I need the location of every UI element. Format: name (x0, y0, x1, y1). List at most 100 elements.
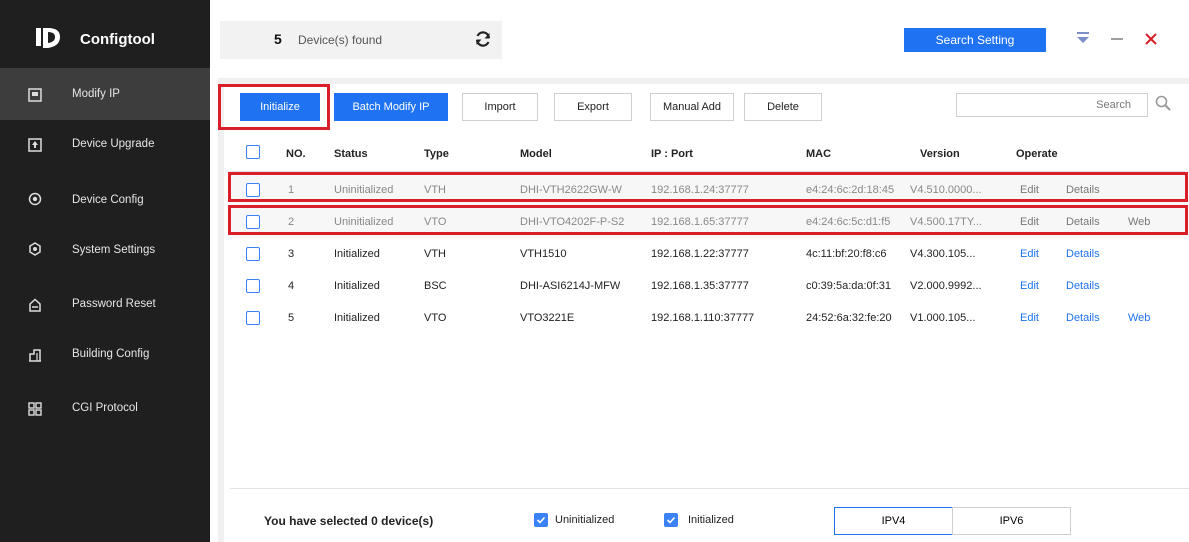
row-ip-port: 192.168.1.110:37777 (651, 312, 755, 324)
row-mac: c0:39:5a:da:0f:31 (806, 280, 892, 292)
sidebar-item-label: Device Config (72, 194, 144, 206)
sidebar-item-label: Modify IP (72, 88, 120, 100)
row-model: DHI-ASI6214J-MFW (520, 280, 621, 292)
sidebar-item-password-reset[interactable]: Password Reset (0, 280, 210, 332)
toolbar: Initialize Batch Modify IP Import Export… (224, 84, 1189, 132)
top-bar: 5 Device(s) found Search Setting (210, 0, 1189, 78)
row-type: VTH (424, 248, 446, 260)
row-checkbox[interactable] (246, 183, 260, 197)
sidebar-item-cgi-protocol[interactable]: CGI Protocol (0, 388, 210, 440)
details-link[interactable]: Details (1066, 216, 1100, 228)
devices-found-box: 5 Device(s) found (220, 21, 502, 59)
row-model: VTO3221E (520, 312, 575, 324)
lock-icon (29, 298, 41, 312)
search-icon[interactable] (1154, 94, 1172, 112)
row-version: V2.000.9992... (910, 280, 982, 292)
ip-icon (28, 88, 42, 102)
column-header-mac: MAC (806, 148, 832, 160)
selection-footer: You have selected 0 device(s) Uninitiali… (230, 488, 1189, 542)
device-count-label: Device(s) found (298, 33, 383, 47)
sidebar-item-label: Building Config (72, 348, 150, 360)
minimize-icon[interactable] (1108, 29, 1126, 47)
edit-link[interactable]: Edit (1020, 280, 1039, 292)
close-icon[interactable] (1142, 29, 1160, 47)
edit-link[interactable]: Edit (1020, 248, 1039, 260)
initialized-filter-checkbox[interactable] (664, 513, 678, 527)
column-header-status: Status (334, 148, 368, 160)
web-link[interactable]: Web (1128, 216, 1150, 228)
import-button[interactable]: Import (462, 93, 538, 121)
row-checkbox[interactable] (246, 247, 260, 261)
manual-add-button[interactable]: Manual Add (650, 93, 734, 121)
sidebar-item-label: System Settings (72, 244, 156, 256)
table-row[interactable]: 5 Initialized VTO VTO3221E 192.168.1.110… (230, 302, 1185, 334)
sidebar-item-building-config[interactable]: Building Config (0, 334, 210, 386)
table-row[interactable]: 1 Uninitialized VTH DHI-VTH2622GW-W 192.… (230, 174, 1185, 206)
refresh-icon[interactable] (474, 30, 492, 48)
row-checkbox[interactable] (246, 311, 260, 325)
checkmark-icon (536, 516, 546, 524)
device-count: 5 (274, 31, 282, 47)
export-button[interactable]: Export (554, 93, 632, 121)
ipv6-tab[interactable]: IPV6 (952, 507, 1071, 535)
row-status: Uninitialized (334, 184, 394, 196)
edit-link[interactable]: Edit (1020, 216, 1039, 228)
configtool-logo-icon (36, 28, 60, 48)
uninitialized-filter-label: Uninitialized (555, 514, 615, 526)
row-status: Initialized (334, 280, 380, 292)
batch-modify-ip-button[interactable]: Batch Modify IP (334, 93, 448, 121)
row-model: DHI-VTH2622GW-W (520, 184, 622, 196)
row-ip-port: 192.168.1.22:37777 (651, 248, 749, 260)
dropdown-menu-icon[interactable] (1074, 29, 1092, 47)
web-link[interactable]: Web (1128, 312, 1150, 324)
delete-button[interactable]: Delete (744, 93, 822, 121)
search-input[interactable] (956, 93, 1148, 117)
row-status: Initialized (334, 248, 380, 260)
row-mac: e4:24:6c:5c:d1:f5 (806, 216, 891, 228)
building-icon (29, 349, 41, 362)
row-type: VTO (424, 216, 447, 228)
edit-link[interactable]: Edit (1020, 312, 1039, 324)
app-logo: Configtool (0, 0, 210, 68)
row-ip-port: 192.168.1.24:37777 (651, 184, 749, 196)
row-type: VTH (424, 184, 446, 196)
uninitialized-filter-checkbox[interactable] (534, 513, 548, 527)
table-row[interactable]: 2 Uninitialized VTO DHI-VTO4202F-P-S2 19… (230, 206, 1185, 238)
sidebar-item-system-settings[interactable]: System Settings (0, 226, 210, 278)
row-checkbox[interactable] (246, 215, 260, 229)
details-link[interactable]: Details (1066, 248, 1100, 260)
table-header: NO. Status Type Model IP : Port MAC Vers… (230, 136, 1185, 172)
search-setting-button[interactable]: Search Setting (904, 28, 1046, 52)
column-header-type: Type (424, 148, 449, 160)
row-version: V4.500.17TY... (910, 216, 982, 228)
upgrade-icon (28, 138, 42, 152)
sidebar-item-modify-ip[interactable]: Modify IP (0, 68, 210, 120)
details-link[interactable]: Details (1066, 312, 1100, 324)
row-no: 5 (288, 312, 295, 324)
row-status: Initialized (334, 312, 380, 324)
select-all-checkbox[interactable] (246, 145, 260, 159)
row-status: Uninitialized (334, 216, 394, 228)
sidebar-item-device-config[interactable]: Device Config (0, 168, 210, 220)
initialize-button[interactable]: Initialize (240, 93, 320, 121)
row-model: DHI-VTO4202F-P-S2 (520, 216, 625, 228)
column-header-version: Version (920, 148, 960, 160)
config-icon (28, 192, 42, 206)
row-model: VTH1510 (520, 248, 567, 260)
sidebar-item-device-upgrade[interactable]: Device Upgrade (0, 122, 210, 174)
table-row[interactable]: 4 Initialized BSC DHI-ASI6214J-MFW 192.1… (230, 270, 1185, 302)
app-title: Configtool (80, 31, 155, 48)
row-checkbox[interactable] (246, 279, 260, 293)
row-ip-port: 192.168.1.35:37777 (651, 280, 749, 292)
row-type: VTO (424, 312, 447, 324)
row-version: V4.300.105... (910, 248, 976, 260)
cgi-icon (28, 402, 42, 416)
details-link[interactable]: Details (1066, 184, 1100, 196)
sidebar-item-label: Device Upgrade (72, 138, 155, 150)
ipv4-tab[interactable]: IPV4 (834, 507, 953, 535)
row-mac: 24:52:6a:32:fe:20 (806, 312, 892, 324)
details-link[interactable]: Details (1066, 280, 1100, 292)
table-row[interactable]: 3 Initialized VTH VTH1510 192.168.1.22:3… (230, 238, 1185, 270)
edit-link[interactable]: Edit (1020, 184, 1039, 196)
selected-count-text: You have selected 0 device(s) (264, 514, 434, 528)
